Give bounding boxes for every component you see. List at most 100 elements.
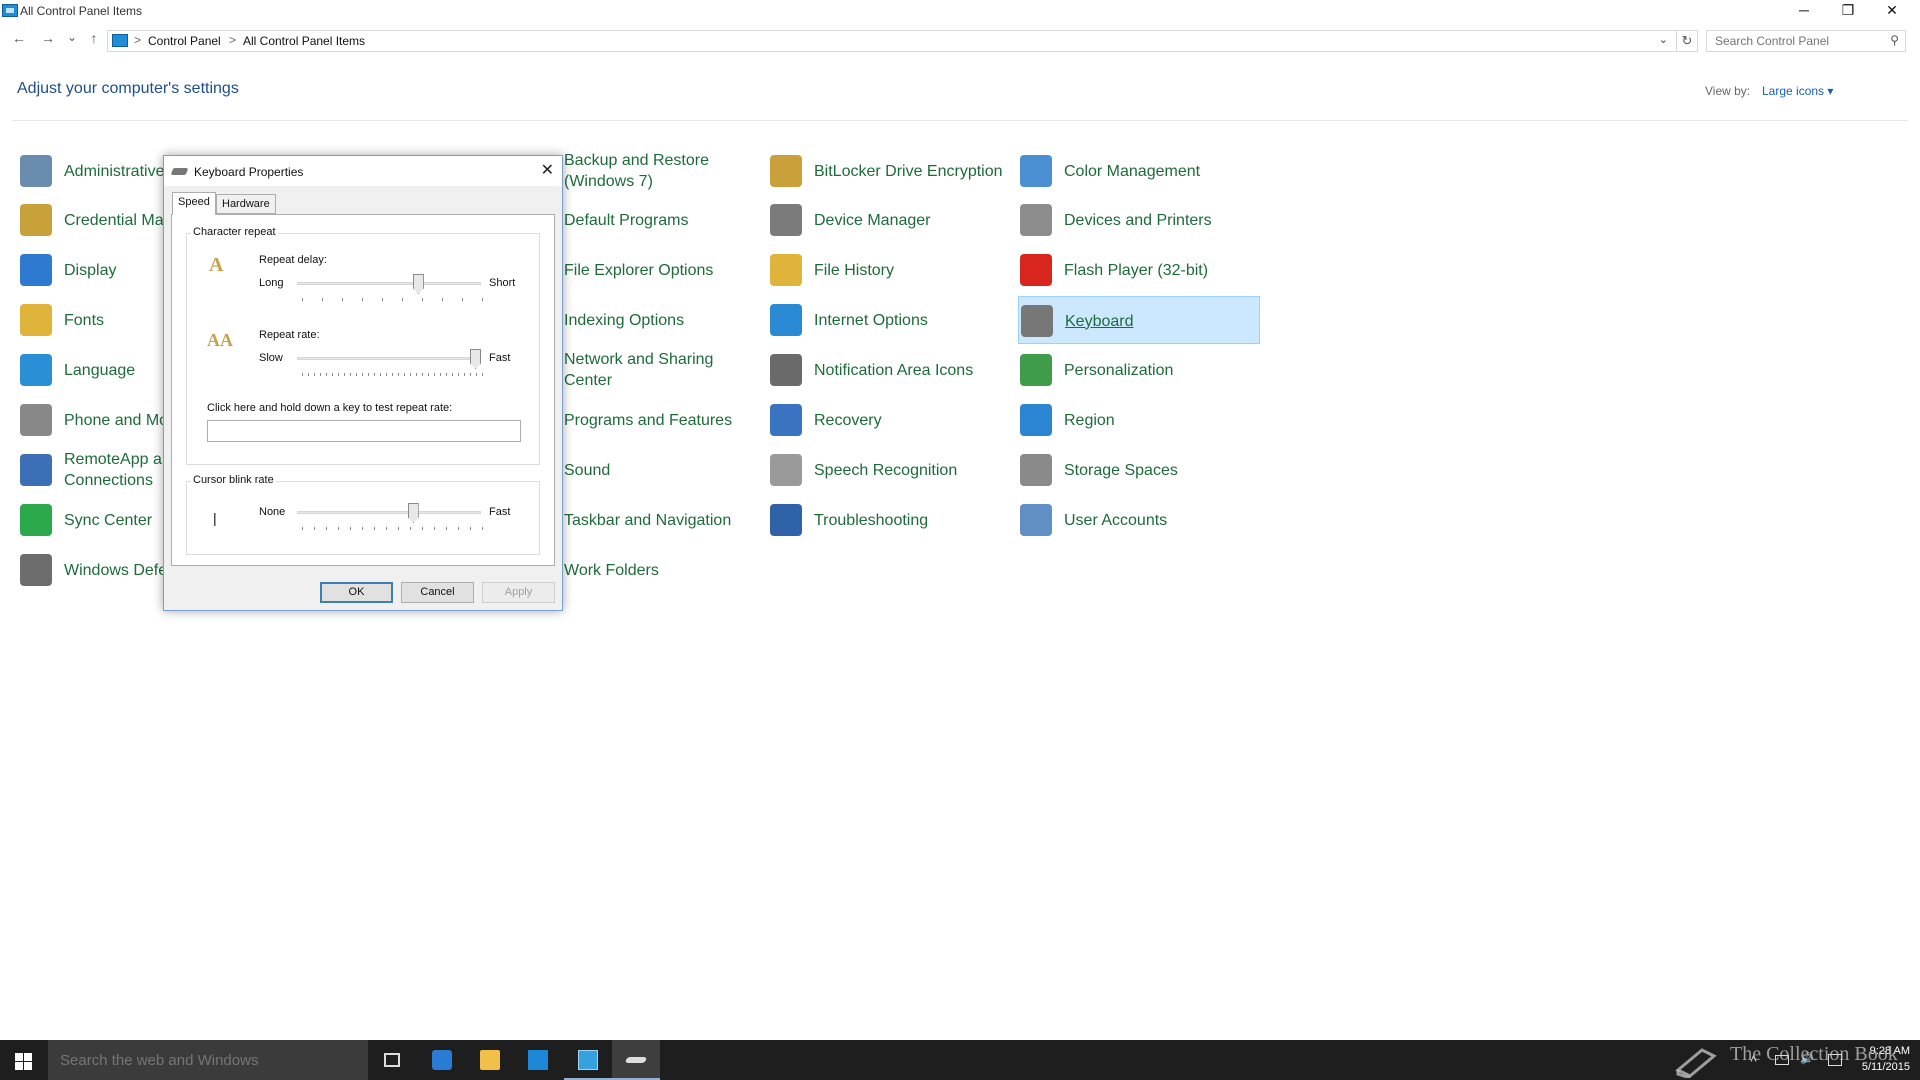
- address-bar[interactable]: > Control Panel > All Control Panel Item…: [107, 30, 1677, 52]
- item-label: Device Manager: [814, 211, 931, 229]
- chevron-down-icon[interactable]: ⌄: [1659, 33, 1668, 46]
- item-label: Devices and Printers: [1064, 211, 1212, 229]
- breadcrumb-control-panel[interactable]: Control Panel: [148, 34, 221, 48]
- keyboard-icon: [1021, 305, 1053, 337]
- control-panel-item[interactable]: Personalization: [1018, 346, 1260, 394]
- repeat-delay-slider[interactable]: [297, 282, 481, 285]
- cursor-blink-slider[interactable]: [297, 511, 481, 514]
- taskbar-file-explorer-button[interactable]: [466, 1040, 514, 1080]
- cursor-blink-thumb[interactable]: [407, 503, 419, 523]
- repeat-rate-thumb[interactable]: [470, 349, 481, 369]
- taskbar-control-panel-button[interactable]: [564, 1040, 612, 1080]
- control-panel-item[interactable]: Keyboard: [1018, 296, 1260, 344]
- control-panel-item[interactable]: Flash Player (32-bit): [1018, 246, 1260, 294]
- back-button[interactable]: ←: [9, 30, 29, 46]
- recent-locations-button[interactable]: ⌄: [62, 30, 82, 44]
- view-by-dropdown[interactable]: Large icons ▾: [1762, 84, 1833, 98]
- item-label: Speech Recognition: [814, 461, 958, 479]
- control-panel-item[interactable]: Notification Area Icons: [768, 346, 1010, 394]
- item-label: Storage Spaces: [1064, 461, 1178, 479]
- ok-button[interactable]: OK: [320, 582, 393, 603]
- control-panel-icon: [2, 4, 18, 17]
- repeat-rate-slider[interactable]: [297, 357, 481, 360]
- tab-speed[interactable]: Speed: [172, 192, 216, 215]
- control-panel-item[interactable]: BitLocker Drive Encryption: [768, 147, 1010, 195]
- up-button[interactable]: ↑: [84, 30, 104, 46]
- control-panel-item[interactable]: Devices and Printers: [1018, 196, 1260, 244]
- slider-ticks: [302, 298, 484, 301]
- repeat-rate-label: Repeat rate:: [259, 329, 320, 341]
- restore-button[interactable]: ❐: [1826, 0, 1870, 22]
- control-panel-item[interactable]: Device Manager: [768, 196, 1010, 244]
- item-label: Taskbar and Navigation: [564, 511, 732, 529]
- repeat-delay-max-label: Short: [489, 277, 516, 289]
- tab-hardware[interactable]: Hardware: [216, 194, 276, 214]
- dialog-title-bar[interactable]: Keyboard Properties ✕: [164, 156, 562, 186]
- storage-spaces-icon: [1020, 454, 1052, 486]
- notification-icon: [770, 354, 802, 386]
- control-panel-item[interactable]: Troubleshooting: [768, 496, 1010, 544]
- item-label: BitLocker Drive Encryption: [814, 162, 1003, 180]
- forward-button[interactable]: →: [38, 30, 58, 46]
- windows-defender-icon: [20, 554, 52, 586]
- close-button[interactable]: ✕: [1870, 0, 1914, 22]
- breadcrumb-all-items[interactable]: All Control Panel Items: [243, 34, 365, 48]
- control-panel-item[interactable]: User Accounts: [1018, 496, 1260, 544]
- item-label: Notification Area Icons: [814, 361, 974, 379]
- control-panel-item[interactable]: Internet Options: [768, 296, 1010, 344]
- taskbar-search-input[interactable]: [58, 1050, 358, 1070]
- search-icon[interactable]: ⚲: [1890, 33, 1899, 47]
- flash-player-icon: [1020, 254, 1052, 286]
- item-label: Default Programs: [564, 211, 689, 229]
- task-view-button[interactable]: [368, 1040, 416, 1080]
- control-panel-item[interactable]: Color Management: [1018, 147, 1260, 195]
- item-label: Indexing Options: [564, 311, 685, 329]
- cancel-button[interactable]: Cancel: [401, 582, 474, 603]
- phone-modem-icon: [20, 404, 52, 436]
- slider-ticks: [302, 373, 484, 376]
- control-panel-item[interactable]: Speech Recognition: [768, 446, 1010, 494]
- taskbar-browser-button[interactable]: [418, 1040, 466, 1080]
- cursor-blink-group: Cursor blink rate | None Fast: [186, 474, 540, 555]
- group-label: Character repeat: [191, 226, 278, 238]
- repeat-delay-min-label: Long: [259, 277, 284, 289]
- search-input[interactable]: [1713, 32, 1883, 50]
- taskbar-search[interactable]: [48, 1040, 368, 1080]
- control-panel-item[interactable]: Recovery: [768, 396, 1010, 444]
- windows-logo-icon: [15, 1053, 23, 1061]
- item-label: Personalization: [1064, 361, 1174, 379]
- personalization-icon: [1020, 354, 1052, 386]
- control-panel-item[interactable]: Storage Spaces: [1018, 446, 1260, 494]
- item-label: Color Management: [1064, 162, 1201, 180]
- window-title-bar: All Control Panel Items ─ ❐ ✕: [0, 0, 1920, 22]
- repeat-delay-thumb[interactable]: [412, 274, 424, 294]
- test-repeat-input[interactable]: [207, 420, 521, 442]
- watermark-text: The Collection Book: [1730, 1043, 1898, 1065]
- character-repeat-group: Character repeat A Repeat delay: Long Sh…: [186, 226, 540, 465]
- start-button[interactable]: [0, 1040, 48, 1080]
- taskbar-store-button[interactable]: [514, 1040, 562, 1080]
- control-panel-item[interactable]: Region: [1018, 396, 1260, 444]
- test-repeat-label: Click here and hold down a key to test r…: [207, 402, 453, 414]
- credential-manager-icon: [20, 204, 52, 236]
- search-box[interactable]: ⚲: [1706, 30, 1906, 52]
- recovery-icon: [770, 404, 802, 436]
- sync-center-icon: [20, 504, 52, 536]
- cursor-blink-min-label: None: [259, 506, 286, 518]
- item-label: Flash Player (32-bit): [1064, 261, 1209, 279]
- repeat-delay-icon: A: [209, 254, 224, 276]
- devices-printers-icon: [1020, 204, 1052, 236]
- dialog-close-button[interactable]: ✕: [541, 160, 554, 180]
- header-divider: [12, 120, 1908, 121]
- minimize-button[interactable]: ─: [1782, 0, 1826, 22]
- taskbar-keyboard-button[interactable]: [612, 1040, 660, 1080]
- apply-button[interactable]: Apply: [482, 582, 555, 603]
- control-panel-item[interactable]: File History: [768, 246, 1010, 294]
- refresh-button[interactable]: ↻: [1676, 30, 1698, 52]
- language-icon: [20, 354, 52, 386]
- taskbar: ˄ 🔊 9:28 AM 5/11/2015: [0, 1040, 1920, 1080]
- task-view-icon: [384, 1053, 400, 1067]
- item-label: Troubleshooting: [814, 511, 929, 529]
- color-management-icon: [1020, 155, 1052, 187]
- view-by-label: View by:: [1705, 84, 1751, 98]
